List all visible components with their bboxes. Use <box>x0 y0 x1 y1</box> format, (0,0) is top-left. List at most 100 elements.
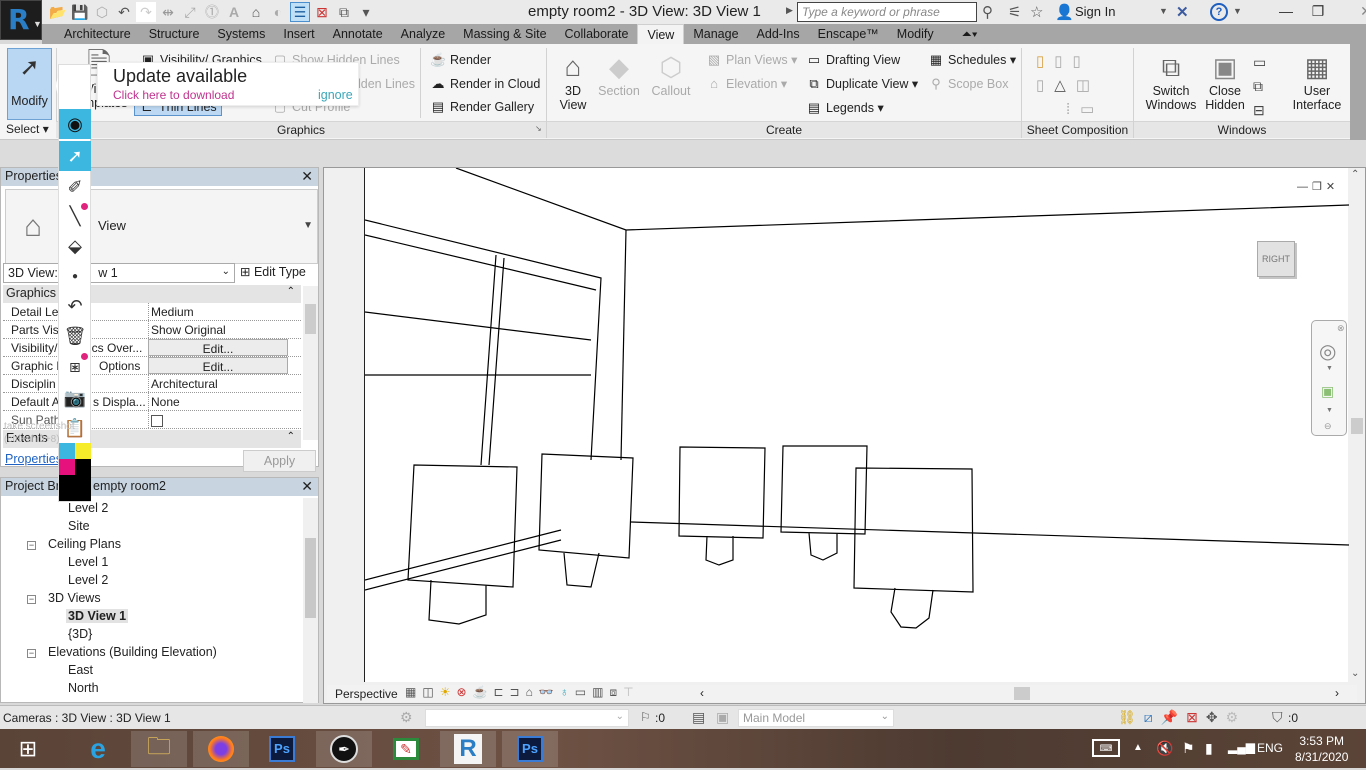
tag-icon[interactable]: ⓵ <box>202 2 222 22</box>
modify-button[interactable]: ➚ Modify <box>7 48 52 120</box>
select-underlay-icon[interactable]: ⧄ <box>1144 709 1161 725</box>
exchange-apps-icon[interactable]: ✕ <box>1176 3 1189 21</box>
view-vertical-scrollbar[interactable]: ⌃ ⌄ <box>1349 168 1364 682</box>
select-by-face-icon[interactable]: ⊠ <box>1186 709 1206 725</box>
trash-icon[interactable]: 🗑 <box>59 321 91 351</box>
sun-path-checkbox[interactable] <box>151 415 163 427</box>
edit-visibility-button[interactable]: Edit... <box>148 339 288 356</box>
type-selector[interactable]: ⌂ View ▼ <box>5 189 318 264</box>
brush-size-dot-icon[interactable]: ● <box>59 261 91 291</box>
battery-icon[interactable]: ▮ <box>1205 740 1213 757</box>
color-swatch-magenta[interactable] <box>59 459 75 475</box>
ribbon-minimize-toggle[interactable]: ⏶▾ <box>953 24 987 44</box>
matchline-icon[interactable]: ▯ <box>1073 53 1091 70</box>
section-icon[interactable]: ◐ <box>268 2 288 22</box>
steering-wheel-icon[interactable]: ◎ <box>1319 339 1336 364</box>
render-in-cloud-button[interactable]: ☁ Render in Cloud <box>430 76 541 92</box>
chevron-down-icon[interactable]: ▼ <box>1326 407 1333 414</box>
close-hidden-windows-icon[interactable]: ⊠ <box>312 2 332 22</box>
section-button[interactable]: ◆ Section <box>597 50 641 98</box>
view-reference-icon[interactable]: ▯ <box>1036 77 1054 94</box>
render-gallery-button[interactable]: ▤ Render Gallery <box>430 99 534 115</box>
filter-icon[interactable]: ⛉ <box>1272 709 1283 726</box>
title-block-icon[interactable]: ▯ <box>1054 53 1072 70</box>
schedules-button[interactable]: ▦ Schedules ▾ <box>928 52 1016 68</box>
taskbar-whiteboard[interactable]: ✎ <box>378 731 434 767</box>
analytical-model-icon[interactable]: ⧈ <box>609 685 623 699</box>
reveal-hidden-icon[interactable]: ♁ <box>560 685 575 699</box>
tree-item[interactable]: {3D} <box>68 627 92 641</box>
elevation-button[interactable]: ⌂ Elevation ▾ <box>706 76 787 91</box>
section-graphics[interactable]: Graphics ⌃ <box>3 285 301 303</box>
chevron-down-icon[interactable]: ▼ <box>1326 365 1333 372</box>
tree-item[interactable]: Level 2 <box>68 501 108 515</box>
tab-add-ins[interactable]: Add-Ins <box>748 24 809 44</box>
tab-enscape[interactable]: Enscape™ <box>809 24 888 44</box>
drafting-view-button[interactable]: ▭ Drafting View <box>806 52 900 68</box>
constraints-icon[interactable]: ⊤ <box>623 685 639 699</box>
3d-view-button[interactable]: ⌂ 3D View <box>556 50 590 112</box>
legends-button[interactable]: ▤ Legends ▾ <box>806 100 884 116</box>
tab-massing-site[interactable]: Massing & Site <box>454 24 555 44</box>
tab-collaborate[interactable]: Collaborate <box>556 24 638 44</box>
restore-view-icon[interactable]: ❐ <box>1312 181 1326 193</box>
revit-application-menu-button[interactable]: R ▼ <box>0 0 42 40</box>
scroll-right-icon[interactable]: › <box>1335 686 1339 700</box>
sign-in-button[interactable]: Sign In <box>1075 4 1115 19</box>
camera-icon[interactable]: 📷 <box>59 383 91 413</box>
user-icon[interactable]: 👤 <box>1055 3 1074 21</box>
collapse-toggle[interactable]: − <box>27 595 36 604</box>
tree-item[interactable]: Level 1 <box>68 555 108 569</box>
tree-item[interactable]: Elevations (Building Elevation) <box>48 645 217 659</box>
crop-view-icon[interactable]: ⊏ <box>493 685 509 699</box>
visual-style-icon[interactable]: ◫ <box>422 685 439 699</box>
maximize-button[interactable]: ❐ <box>1302 0 1334 22</box>
scroll-down-icon[interactable]: ⌄ <box>1351 668 1359 679</box>
shadows-icon[interactable]: ⊗ <box>456 685 472 699</box>
viewports-icon[interactable]: ⁞ <box>1066 101 1080 118</box>
minimize-view-icon[interactable]: — <box>1297 181 1312 193</box>
action-center-flag-icon[interactable]: ⚑ <box>1182 740 1195 757</box>
close-navbar-icon[interactable]: ⊗ <box>1337 323 1345 334</box>
download-link[interactable]: Click here to download <box>113 88 234 102</box>
scroll-left-icon[interactable]: ‹ <box>700 686 704 700</box>
tree-item[interactable]: Ceiling Plans <box>48 537 121 551</box>
viewcube[interactable]: RIGHT <box>1257 241 1295 277</box>
tab-modify[interactable]: Modify <box>888 24 943 44</box>
design-option-dropdown[interactable]: Main Model ⌄ <box>738 709 894 727</box>
save-icon[interactable]: 💾 <box>70 2 90 22</box>
tab-systems[interactable]: Systems <box>208 24 274 44</box>
tab-insert[interactable]: Insert <box>274 24 323 44</box>
revisions-icon[interactable]: △ <box>1054 77 1076 94</box>
tab-manage[interactable]: Manage <box>684 24 747 44</box>
search-expand-icon[interactable]: ▶ <box>786 5 793 16</box>
worksets-icon[interactable]: ⚙ <box>400 709 413 726</box>
properties-scrollbar[interactable] <box>303 286 318 440</box>
select-pinned-icon[interactable]: 📌 <box>1161 709 1186 725</box>
scrollbar-thumb[interactable] <box>1351 418 1363 434</box>
horizontal-scrollbar-thumb[interactable] <box>1014 687 1030 700</box>
scrollbar-thumb[interactable] <box>305 538 316 618</box>
taskbar-internet-explorer[interactable]: e <box>70 731 126 767</box>
input-language[interactable]: ENG <box>1257 741 1283 755</box>
favorites-star-icon[interactable]: ☆ <box>1030 3 1043 21</box>
callout-button[interactable]: ⬡ Callout <box>648 50 694 98</box>
taskbar-firefox[interactable] <box>193 731 249 767</box>
plan-views-button[interactable]: ▧ Plan Views ▾ <box>706 52 798 68</box>
taskbar-revit[interactable]: R <box>440 731 496 767</box>
clock[interactable]: 3:53 PM 8/31/2020 <box>1295 733 1348 765</box>
tree-item[interactable]: 3D Views <box>48 591 101 605</box>
network-signal-icon[interactable]: ▂▄▆ <box>1228 740 1255 754</box>
switch-windows-icon[interactable]: ⧉ <box>334 2 354 22</box>
undo-icon[interactable]: ↶ <box>59 291 91 321</box>
show-crop-icon[interactable]: ⊐ <box>510 685 526 699</box>
default-3d-view-icon[interactable]: ⌂ <box>246 2 266 22</box>
volume-muted-icon[interactable]: 🔇 <box>1156 740 1173 757</box>
3d-view-canvas[interactable]: —❐✕ RIGHT ⊗ ◎ ▼ ▣ ▼ ⊖ <box>364 168 1349 682</box>
tab-view[interactable]: View <box>637 24 685 44</box>
background-process-icon[interactable]: ⚙ <box>1226 709 1247 725</box>
sync-icon[interactable]: ⬡ <box>92 2 112 22</box>
render-button[interactable]: ☕ Render <box>430 52 491 68</box>
properties-help-link[interactable]: Properties <box>5 452 62 466</box>
highlighter-icon[interactable]: ✐ <box>59 172 91 202</box>
